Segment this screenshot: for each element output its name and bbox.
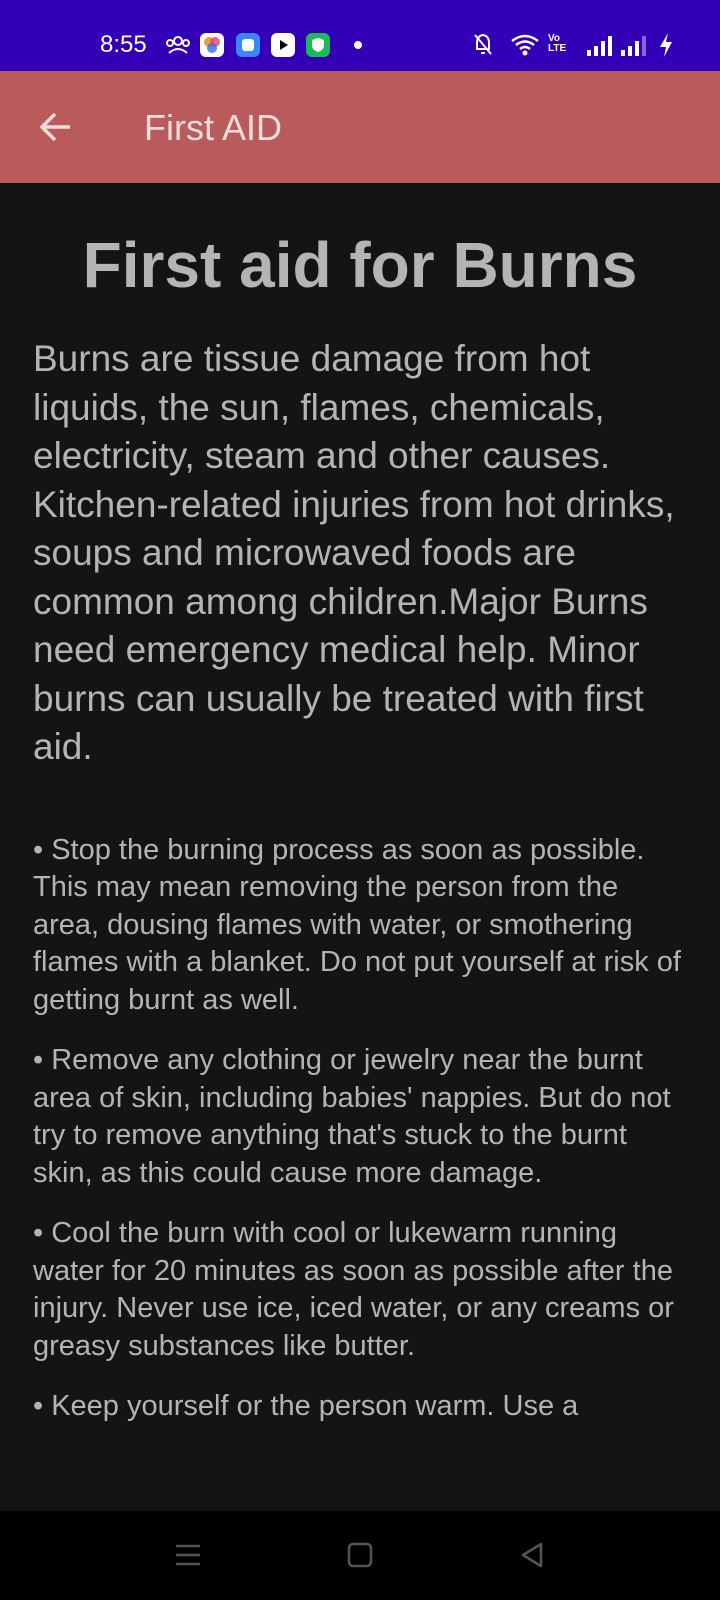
first-aid-point: • Remove any clothing or jewelry near th… bbox=[33, 1044, 671, 1189]
charging-icon bbox=[660, 33, 672, 57]
first-aid-point: • Keep yourself or the person warm. Use … bbox=[33, 1390, 579, 1422]
back-triangle-icon[interactable] bbox=[514, 1537, 550, 1573]
volte-icon: Vo LTE bbox=[548, 33, 567, 54]
chat-app-icon bbox=[236, 33, 260, 57]
more-notifications-dot bbox=[354, 41, 362, 49]
app-bar: First AID bbox=[0, 71, 720, 183]
app-title: First AID bbox=[144, 107, 283, 148]
first-aid-point: • Cool the burn with cool or lukewarm ru… bbox=[33, 1217, 674, 1362]
group-icon bbox=[166, 36, 190, 54]
home-icon[interactable] bbox=[342, 1537, 378, 1573]
intro-paragraph: Burns are tissue damage from hot liquids… bbox=[33, 338, 675, 767]
signal-icon bbox=[587, 36, 612, 56]
shield-app-icon bbox=[306, 33, 330, 57]
status-bar: 8:55 Vo LTE bbox=[0, 0, 720, 71]
youtube-icon bbox=[271, 33, 295, 57]
mute-bell-icon bbox=[474, 33, 492, 55]
menu-icon[interactable] bbox=[170, 1537, 206, 1573]
status-time: 8:55 bbox=[100, 31, 147, 58]
photos-app-icon bbox=[200, 33, 224, 57]
back-button[interactable] bbox=[28, 99, 84, 155]
page-title: First aid for Burns bbox=[82, 229, 638, 301]
wifi-icon bbox=[511, 34, 539, 56]
signal-2-icon bbox=[621, 36, 646, 56]
navigation-bar bbox=[0, 1511, 720, 1600]
content-scroll[interactable]: First aid for Burns Burns are tissue dam… bbox=[0, 183, 720, 1511]
arrow-left-icon bbox=[39, 112, 70, 142]
first-aid-points: • Stop the burning process as soon as po… bbox=[33, 832, 688, 1426]
first-aid-point: • Stop the burning process as soon as po… bbox=[33, 833, 681, 1016]
